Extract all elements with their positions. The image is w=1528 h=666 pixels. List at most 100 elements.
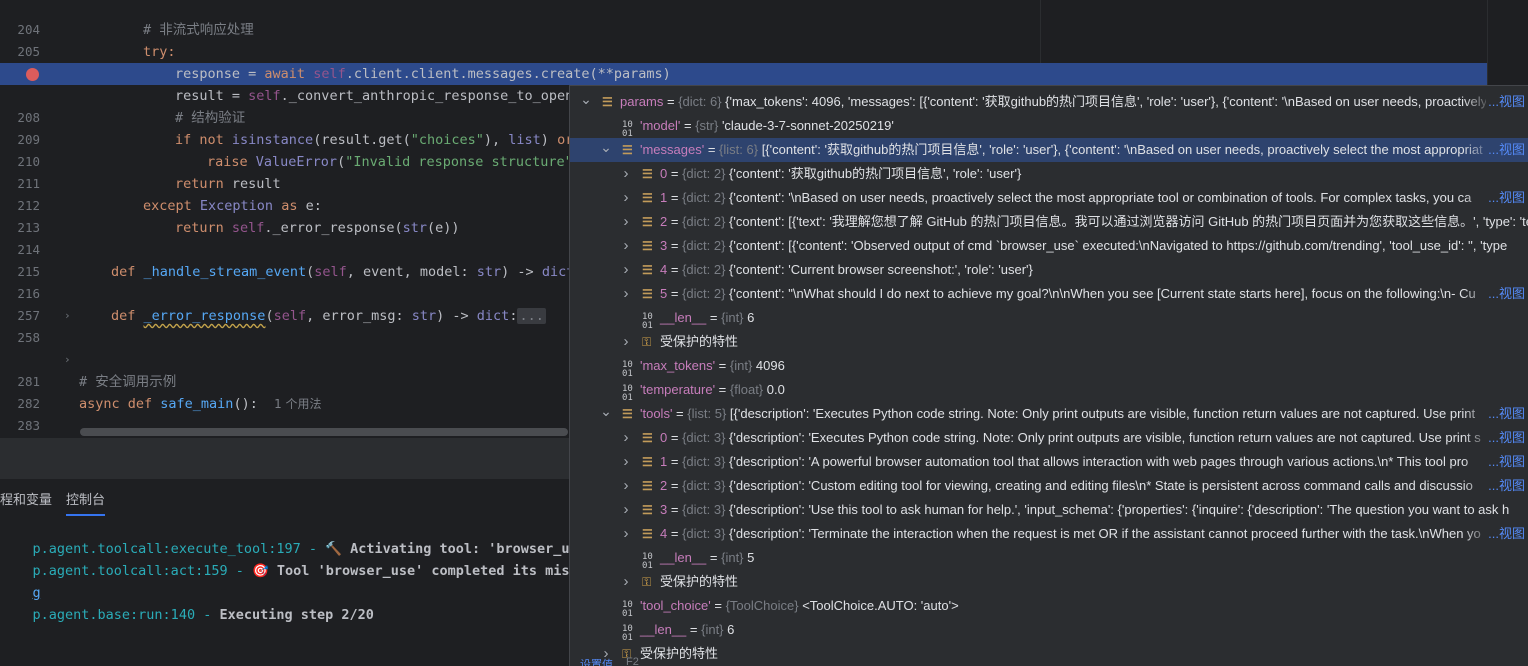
variable-value: 'claude-3-7-sonnet-20250219' xyxy=(721,118,894,133)
variable-name: __len__ xyxy=(660,310,707,325)
chevron-down-icon[interactable]: ⌄ xyxy=(600,402,612,420)
variable-type: {int} xyxy=(701,622,728,637)
variable-row[interactable]: › ☰ 0 = {dict: 3} {'description': 'Execute… xyxy=(570,426,1528,450)
variable-type: {list: 5} xyxy=(687,406,730,421)
variable-name: params xyxy=(620,94,664,109)
variable-value: 6 xyxy=(747,310,755,325)
truncation-dots: ... xyxy=(1488,286,1499,301)
chevron-right-icon[interactable]: › xyxy=(620,330,632,353)
variable-row[interactable]: › ☰ 2 = {dict: 2} {'content': [{'text': '我… xyxy=(570,210,1528,234)
variable-row[interactable]: 10 01 __len__ = {int} 6 xyxy=(570,618,1528,642)
protected-key-icon: ⚿ xyxy=(642,335,652,349)
primitive-type-icon: 10 01 xyxy=(622,120,633,139)
variable-row[interactable]: › ☰ 1 = {dict: 3} {'description': 'A power… xyxy=(570,450,1528,474)
chevron-right-icon[interactable]: › xyxy=(620,570,632,593)
set-value-label[interactable]: 设置值 xyxy=(580,656,613,666)
chevron-right-icon[interactable]: › xyxy=(620,210,632,233)
variable-row[interactable]: 10 01 'temperature' = {float} 0.0 xyxy=(570,378,1528,402)
view-link[interactable]: ...视图 xyxy=(1486,450,1525,474)
variable-row[interactable]: › ☰ 0 = {dict: 2} {'content': '获取github的热门… xyxy=(570,162,1528,186)
variable-value: 5 xyxy=(747,550,755,565)
chevron-right-icon[interactable]: › xyxy=(620,426,632,449)
variable-row[interactable]: 10 01 'model' = {str} 'claude-3-7-sonnet-2… xyxy=(570,114,1528,138)
tab-threads-variables[interactable]: 程和变量 xyxy=(0,489,52,508)
dict-type-icon: ☰ xyxy=(642,479,653,493)
view-link[interactable]: ...视图 xyxy=(1486,474,1525,498)
variable-name: 'max_tokens' xyxy=(640,358,716,373)
variable-row[interactable]: › ☰ 4 = {dict: 2} {'content': 'Current bro… xyxy=(570,258,1528,282)
code-line[interactable]: 204 xyxy=(0,0,1487,37)
variable-name: 'tools' xyxy=(640,406,673,421)
variable-row[interactable]: › ☰ 2 = {dict: 3} {'description': 'Custom … xyxy=(570,474,1528,498)
variable-row[interactable]: ⌄ ☰ 'tools' = {list: 5} [{'description': '… xyxy=(570,402,1528,426)
variable-type: {dict: 2} xyxy=(682,214,730,229)
view-link[interactable]: ...视图 xyxy=(1486,186,1525,210)
view-link[interactable]: ...视图 xyxy=(1486,90,1525,114)
dict-type-icon: ☰ xyxy=(642,503,653,517)
chevron-right-icon[interactable]: › xyxy=(620,450,632,473)
variable-row[interactable]: › ⚿ 受保护的特性 xyxy=(570,330,1528,354)
variable-type: {int} xyxy=(729,358,756,373)
folded-code-placeholder[interactable]: ... xyxy=(517,308,546,324)
chevron-right-icon[interactable]: › xyxy=(620,234,632,257)
chevron-right-icon[interactable]: › xyxy=(620,522,632,545)
variable-row[interactable]: 10 01 'tool_choice' = {ToolChoice} <ToolCh… xyxy=(570,594,1528,618)
view-link[interactable]: ...视图 xyxy=(1486,282,1525,306)
variable-value: {'content': [{'text': '我理解您想了解 GitHub 的热… xyxy=(729,214,1528,229)
log-message: Tool 'browser_use' completed its mission… xyxy=(268,563,611,579)
variable-row[interactable]: ⌄ ☰ params = {dict: 6} {'max_tokens': 4096… xyxy=(570,90,1528,114)
chevron-right-icon[interactable]: › xyxy=(620,474,632,497)
variable-type: {dict: 3} xyxy=(682,454,730,469)
variable-row[interactable]: › ☰ 1 = {dict: 2} {'content': '\nBased on … xyxy=(570,186,1528,210)
chevron-right-icon[interactable]: › xyxy=(620,162,632,185)
dict-type-icon: ☰ xyxy=(642,191,653,205)
popup-footer[interactable]: 设置值 F2 xyxy=(570,656,1528,666)
variable-type: {dict: 3} xyxy=(682,430,730,445)
variable-type: {dict: 3} xyxy=(682,478,730,493)
variable-row[interactable]: › ☰ 3 = {dict: 2} {'content': [{'content':… xyxy=(570,234,1528,258)
current-execution-line[interactable]: response = await self.client.client.mess… xyxy=(0,63,1487,85)
code-text: try: xyxy=(143,44,176,60)
code-comment: # 结构验证 xyxy=(175,110,246,126)
chevron-right-icon[interactable]: › xyxy=(620,282,632,305)
code-text: async def safe_main(): 1 个用法 xyxy=(79,396,322,412)
chevron-down-icon[interactable]: ⌄ xyxy=(580,90,592,108)
variable-value: {'description': 'Terminate the interacti… xyxy=(729,526,1481,541)
variable-row[interactable]: ⌄ ☰ 'messages' = {list: 6} [{'content': '获… xyxy=(570,138,1528,162)
variable-text: 2 = {dict: 3} {'description': 'Custom ed… xyxy=(660,478,1473,493)
console-line[interactable]: g xyxy=(0,560,41,601)
code-text: def _error_response(self, error_msg: str… xyxy=(111,308,546,324)
code-line[interactable]: 206 try: xyxy=(0,41,1487,81)
tab-console[interactable]: 控制台 xyxy=(66,489,106,516)
variable-inspector-popup[interactable]: ⌄ ☰ params = {dict: 6} {'max_tokens': 4096… xyxy=(569,85,1528,666)
variable-text: 'temperature' = {float} 0.0 xyxy=(640,382,785,397)
variable-row[interactable]: › ⚿ 受保护的特性 xyxy=(570,570,1528,594)
view-link[interactable]: ...视图 xyxy=(1486,426,1525,450)
truncation-dots: ... xyxy=(1488,430,1499,445)
variable-row[interactable]: › ☰ 3 = {dict: 3} {'description': 'Use thi… xyxy=(570,498,1528,522)
variable-value: {'description': 'Executes Python code st… xyxy=(729,430,1481,445)
variable-name: 'messages' xyxy=(640,142,705,157)
breakpoint-icon[interactable] xyxy=(26,68,39,81)
variable-row[interactable]: 10 01 'max_tokens' = {int} 4096 xyxy=(570,354,1528,378)
variable-row[interactable]: 10 01 __len__ = {int} 6 xyxy=(570,306,1528,330)
view-link[interactable]: ...视图 xyxy=(1486,522,1525,546)
view-link[interactable]: ...视图 xyxy=(1486,138,1525,162)
dict-type-icon: ☰ xyxy=(642,527,653,541)
chevron-down-icon[interactable]: ⌄ xyxy=(600,138,612,156)
variable-value: {'description': 'Use this tool to ask hu… xyxy=(729,502,1510,517)
variable-row[interactable]: › ☰ 5 = {dict: 2} {'content': "\nWhat shou… xyxy=(570,282,1528,306)
chevron-right-icon[interactable]: › xyxy=(620,258,632,281)
dict-type-icon: ☰ xyxy=(602,95,613,109)
code-line[interactable]: 205 # 非流式响应处理 xyxy=(0,19,1487,59)
variable-name: 'tool_choice' xyxy=(640,598,711,613)
horizontal-scrollbar[interactable] xyxy=(80,428,568,436)
variable-row[interactable]: › ☰ 4 = {dict: 3} {'description': 'Termina… xyxy=(570,522,1528,546)
dict-type-icon: ☰ xyxy=(642,215,653,229)
chevron-right-icon[interactable]: › xyxy=(620,498,632,521)
variable-row[interactable]: 10 01 __len__ = {int} 5 xyxy=(570,546,1528,570)
usage-hint[interactable]: 1 个用法 xyxy=(274,397,321,411)
view-link[interactable]: ...视图 xyxy=(1486,402,1525,426)
code-text: return self._error_response(str(e)) xyxy=(175,220,460,236)
chevron-right-icon[interactable]: › xyxy=(620,186,632,209)
